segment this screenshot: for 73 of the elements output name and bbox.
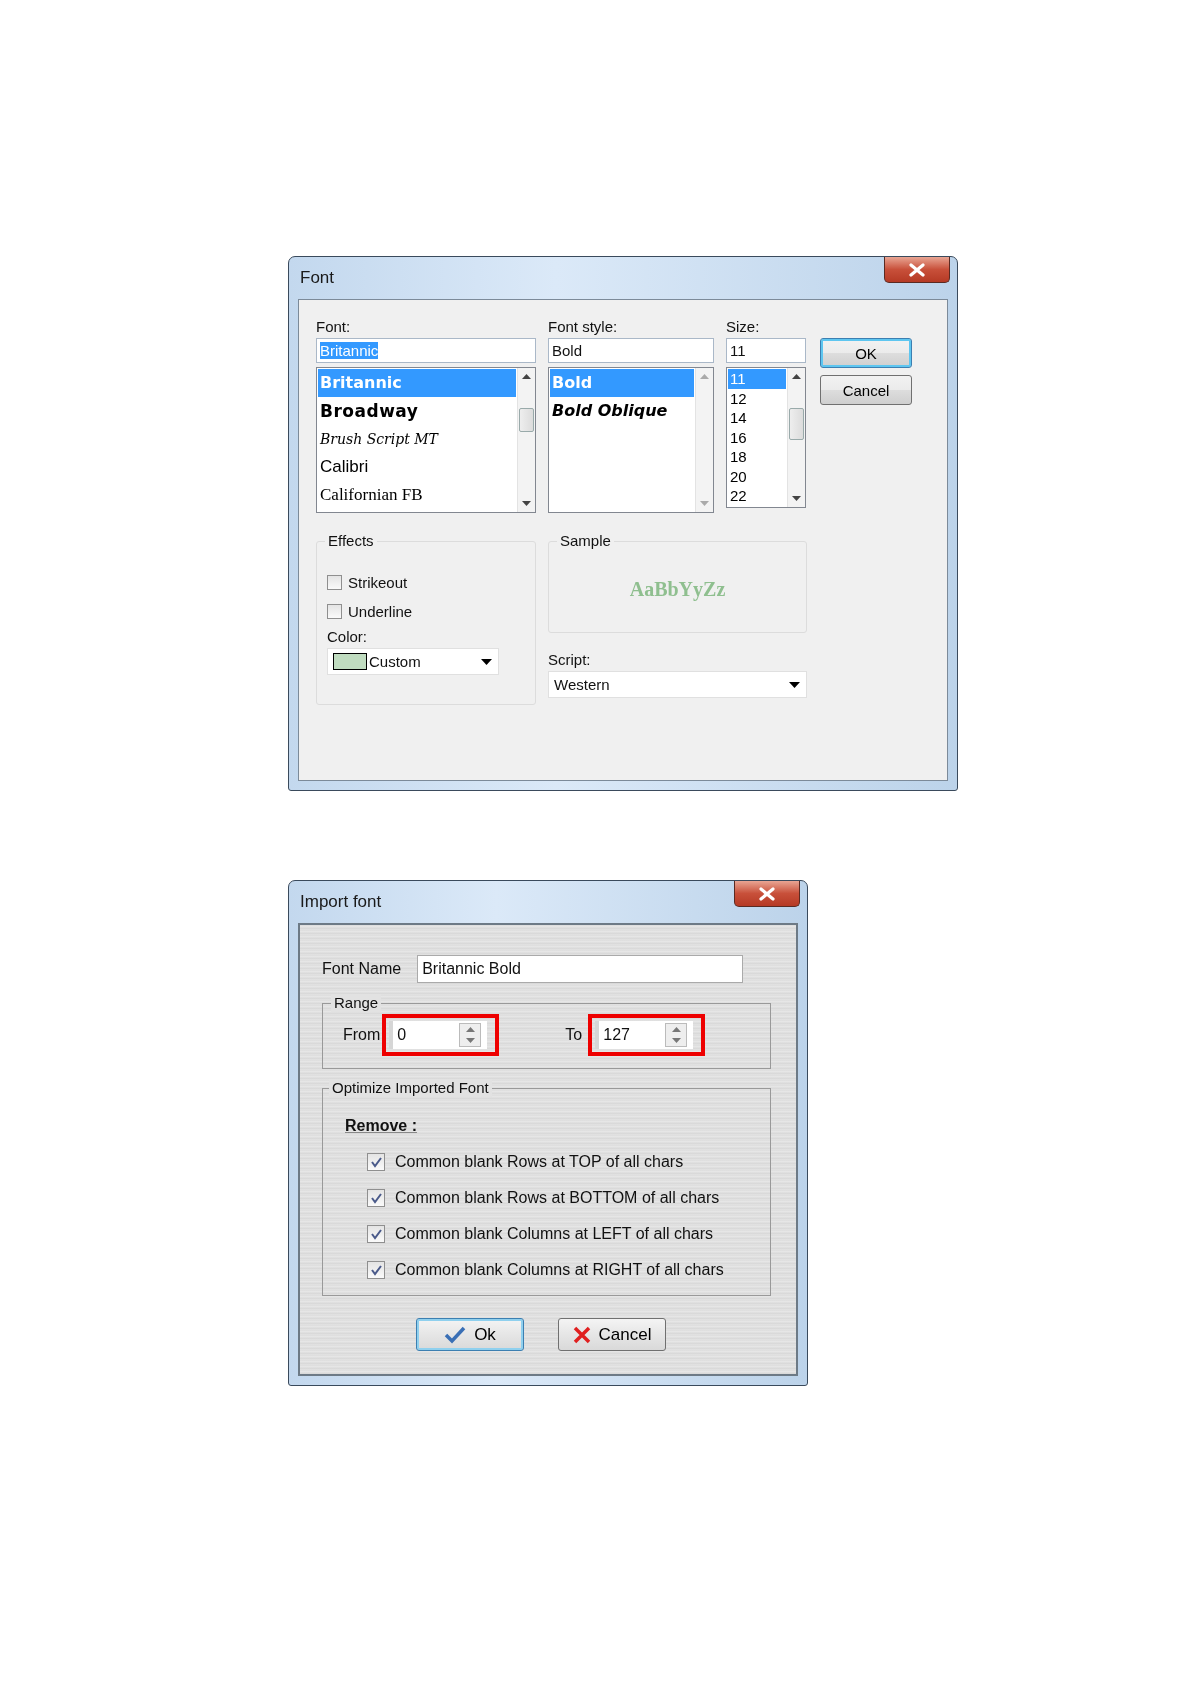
close-icon [759,886,775,901]
field-label: Font Name [322,960,402,978]
color-dropdown[interactable]: Custom [327,648,499,675]
checkbox-label: Underline [348,603,413,620]
ok-button[interactable]: OK [820,338,912,368]
sample-text: AaBbYyZz [629,578,726,601]
group-title: Optimize Imported Font [329,1079,492,1097]
checkbox[interactable] [327,575,342,590]
check-icon [370,1156,382,1168]
list-item[interactable]: 20 [728,466,786,486]
field-label: Script: [548,650,592,670]
list-item[interactable]: 18 [728,447,786,467]
group-title: Sample [557,532,614,550]
checkbox-label: Common blank Rows at TOP of all chars [395,1153,684,1171]
list-item[interactable]: Brush Script MT [318,425,516,453]
spin-buttons[interactable] [665,1023,688,1047]
list-item[interactable]: Calibri [318,453,516,481]
close-icon [572,1325,591,1344]
font-name-field[interactable]: Britannic Bold [417,955,744,983]
scroll-up-icon[interactable] [522,374,531,379]
spin-field[interactable]: 0 [389,1021,488,1049]
scroll-down-icon[interactable] [792,496,801,501]
checkbox[interactable] [367,1189,385,1207]
field-label: From [343,1026,381,1044]
list-item[interactable]: 14 [728,408,786,428]
field-label: Font: [316,317,352,337]
list-item[interactable]: Bold Oblique [550,397,694,425]
dropdown-arrow-icon [481,658,492,665]
group-title: Range [331,994,382,1012]
list-item[interactable]: Californian FB [318,481,516,509]
check-icon [370,1228,382,1240]
field-label: Font style: [548,317,619,337]
spin-field[interactable]: 127 [595,1021,694,1049]
list-item[interactable]: 22 [728,486,786,506]
list-item[interactable]: 12 [728,388,786,408]
section-heading: Remove : [345,1117,418,1134]
ok-button[interactable]: Ok [416,1318,524,1351]
font-list[interactable]: Britannic Broadway Brush Script MT Calibri Californian FB [316,367,536,513]
cancel-button[interactable]: Cancel [558,1318,666,1351]
close-button[interactable] [884,257,950,283]
field-label: Color: [327,628,367,645]
cancel-button[interactable]: Cancel [820,375,912,405]
script-dropdown[interactable]: Western [548,671,807,698]
checkbox[interactable] [367,1225,385,1243]
scrollbar-thumb[interactable] [519,408,534,432]
checkbox[interactable] [367,1153,385,1171]
field-label: Size: [726,317,761,337]
size-list[interactable]: 11 12 14 16 18 20 22 [726,367,806,508]
checkbox-label: Strikeout [348,574,408,591]
list-item[interactable]: 16 [728,427,786,447]
window-title: Import font [299,892,382,912]
font-style-field[interactable]: Bold [548,338,714,363]
checkbox-label: Common blank Rows at BOTTOM of all chars [395,1189,720,1207]
window-title: Font [299,268,335,288]
close-button[interactable] [734,881,800,907]
spin-buttons[interactable] [459,1023,482,1047]
checkbox[interactable] [327,604,342,619]
scroll-up-icon[interactable] [792,374,801,379]
check-icon [370,1264,382,1276]
checkmark-icon [444,1325,467,1344]
size-field[interactable]: 11 [726,338,806,363]
scroll-down-icon[interactable] [522,501,531,506]
field-label: To [565,1026,583,1044]
check-icon [370,1192,382,1204]
checkbox-label: Common blank Columns at RIGHT of all chars [395,1261,724,1279]
checkbox[interactable] [367,1261,385,1279]
color-swatch [333,653,367,670]
scrollbar-thumb[interactable] [789,408,804,440]
font-style-list[interactable]: Bold Bold Oblique [548,367,714,513]
checkbox-label: Common blank Columns at LEFT of all chars [395,1225,714,1243]
list-item[interactable]: Broadway [318,397,516,425]
close-icon [909,262,925,277]
dropdown-arrow-icon [789,681,800,688]
